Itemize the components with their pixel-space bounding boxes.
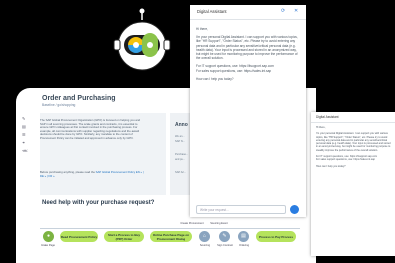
digital-assistant-window-2: Digital Assistant Hi there, I'm your per… — [311, 112, 395, 256]
announcement-line: SAP hi... — [175, 140, 186, 143]
page-subtitle[interactable]: Baseline / go/shopping — [42, 103, 75, 107]
info-paragraph-2: Before purchasing anything, please read … — [40, 170, 144, 178]
share-icon[interactable]: ⋘ — [22, 148, 28, 153]
flow-label: Sourcing Event — [210, 222, 228, 225]
chat-input[interactable]: Write your request... — [196, 205, 286, 214]
chat-greeting: Hi there, — [196, 27, 209, 31]
send-button[interactable] — [290, 205, 299, 214]
flow-step-p2p[interactable]: Process to Pay Process — [256, 231, 296, 242]
chat-intro: I'm your personal Digital Assistant. I c… — [196, 35, 298, 61]
chat-prompt: How can I help you today? — [196, 76, 234, 81]
list-icon[interactable]: ☰ — [22, 132, 28, 137]
assistant-robot-icon — [113, 8, 171, 71]
page-title: Order and Purchasing — [42, 95, 116, 102]
link-icon[interactable]: ⚭ — [22, 140, 28, 145]
announcement-line: and pu... — [175, 158, 186, 161]
document-icon[interactable]: ▤ — [22, 124, 28, 129]
intake-step-icon[interactable]: ● — [43, 231, 54, 242]
flow-label: Create Procurement — [180, 222, 204, 225]
flow-line — [40, 228, 300, 229]
chat2-greeting: Hi there, — [316, 126, 326, 129]
chat-header: Digital Assistant ⟳ ✕ — [190, 5, 306, 20]
flow-label: Sign Contract — [217, 244, 233, 247]
chat2-messages: Hi there, I'm your personal Digital Assi… — [316, 126, 392, 171]
chat2-intro: I'm your personal Digital Assistant. I c… — [316, 132, 391, 152]
edit-icon[interactable]: ✎ — [22, 116, 28, 121]
info-paragraph: The SAP Global Procurement Organization … — [40, 118, 141, 140]
chat-title: Digital Assistant — [197, 9, 227, 14]
help-section-title: Need help with your purchase request? — [42, 200, 155, 206]
chat-messages: Hi there, I'm your personal Digital Assi… — [196, 27, 300, 85]
sourcing-step-icon[interactable]: ⌂ — [199, 231, 210, 242]
digital-assistant-window: Digital Assistant ⟳ ✕ Hi there, I'm your… — [190, 5, 306, 217]
flow-step-online-purchase[interactable]: Online Purchase Page on Procurement Dial… — [150, 231, 192, 242]
flow-label: Ordering — [238, 244, 250, 247]
contract-step-icon[interactable]: ✎ — [219, 231, 230, 242]
close-icon[interactable]: ✕ — [294, 8, 298, 14]
chat-sales: For sales support questions, use: https:… — [196, 68, 272, 73]
chat2-title: Digital Assistant — [316, 115, 339, 119]
announcement-line: We an... — [175, 135, 185, 138]
flow-label: Intake Page — [41, 244, 55, 247]
flow-label: Sourcing — [199, 244, 211, 247]
flow-step-start-process[interactable]: Start a Process to Buy (P2P) Order — [104, 231, 144, 242]
announcement-line: Purchase... — [175, 153, 189, 156]
chat2-divider — [311, 122, 395, 123]
chat2-prompt: How can I help you today? — [316, 164, 346, 168]
chat2-sales: For sales support questions, use: https:… — [316, 158, 375, 162]
flow-step-policy[interactable]: Read Procurement Policy — [60, 231, 98, 242]
procurement-info-box: The SAP Global Procurement Organization … — [40, 113, 166, 195]
announcement-line: SAP Ari... — [175, 171, 187, 174]
refresh-icon[interactable]: ⟳ — [281, 8, 285, 14]
announcements-title: Anno — [175, 122, 188, 128]
ordering-step-icon[interactable]: ▤ — [238, 231, 249, 242]
